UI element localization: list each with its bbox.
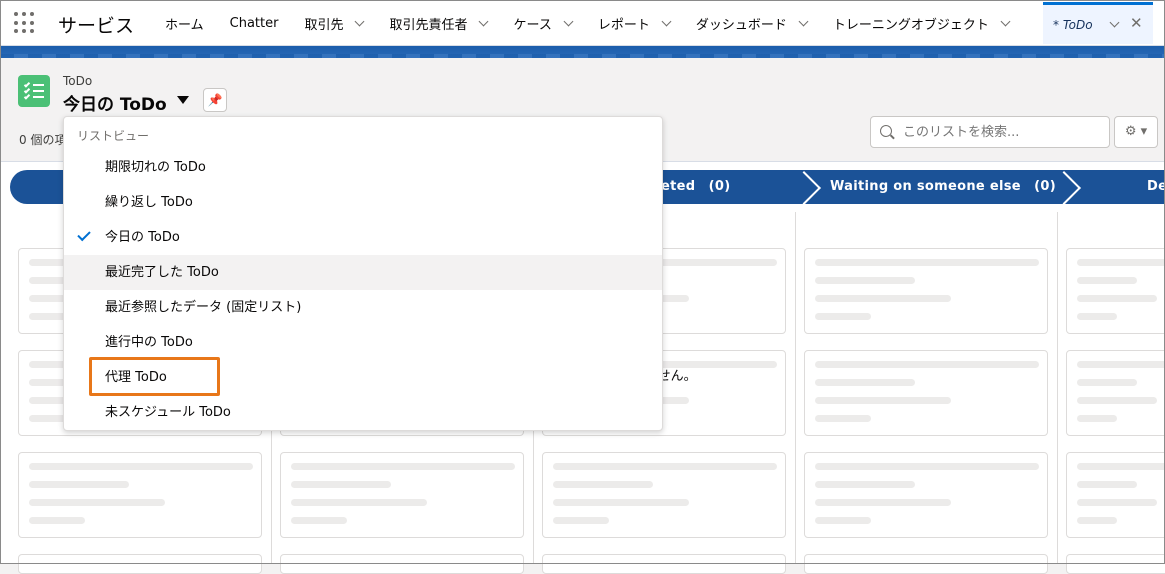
placeholder-card — [18, 554, 262, 574]
list-search-input[interactable] — [870, 116, 1110, 148]
list-view-dropdown: リストビュー 期限切れの ToDo 繰り返し ToDo 今日の ToDo 最近完… — [63, 116, 663, 431]
chevron-down-icon[interactable] — [1109, 17, 1120, 28]
option-label: 最近完了した ToDo — [105, 265, 219, 280]
option-label: 未スケジュール ToDo — [105, 405, 231, 420]
list-view-option[interactable]: 未スケジュール ToDo — [64, 395, 662, 430]
placeholder-card — [1066, 452, 1165, 538]
option-label: 最近参照したデータ (固定リスト) — [105, 300, 302, 315]
tab-home[interactable]: ホーム — [152, 0, 217, 46]
placeholder-card — [542, 554, 786, 574]
tab-label: トレーニングオブジェクト — [832, 17, 989, 33]
list-settings-button[interactable]: ⚙ ▾ — [1114, 116, 1158, 148]
app-launcher-icon[interactable] — [14, 12, 36, 34]
chevron-down-icon[interactable] — [661, 16, 672, 26]
tab-label: * ToDo — [1053, 17, 1093, 32]
tab-label: レポート — [597, 17, 650, 33]
placeholder-card — [280, 452, 524, 538]
close-tab-icon[interactable]: ✕ — [1130, 14, 1143, 32]
placeholder-card — [804, 248, 1048, 334]
tab-label: ダッシュボード — [695, 17, 787, 33]
option-label: 今日の ToDo — [105, 230, 180, 245]
check-icon — [77, 227, 91, 242]
tab-label: 取引先 — [304, 17, 344, 33]
kanban-column — [1058, 212, 1165, 574]
chevron-down-icon[interactable] — [479, 16, 489, 26]
list-view-option[interactable]: 最近参照したデータ (固定リスト) — [64, 290, 662, 325]
placeholder-card — [1066, 350, 1165, 436]
stage-chevron-icon — [794, 170, 810, 204]
stage-chevron-icon — [1054, 170, 1070, 204]
list-view-option-selected[interactable]: 今日の ToDo — [64, 220, 662, 255]
global-nav: サービス ホーム Chatter 取引先 取引先責任者 ケース レポート ダッシ… — [0, 0, 1165, 46]
list-view-option[interactable]: 期限切れの ToDo — [64, 150, 662, 185]
todo-object-icon — [18, 75, 50, 107]
option-label: 繰り返し ToDo — [105, 195, 193, 210]
list-view-option-hovered[interactable]: 最近完了した ToDo — [64, 255, 662, 290]
tab-cases[interactable]: ケース — [500, 0, 584, 46]
nav-tabs: ホーム Chatter 取引先 取引先責任者 ケース レポート ダッシュボード … — [152, 0, 1022, 46]
chevron-down-icon[interactable] — [563, 16, 574, 26]
placeholder-card — [1066, 248, 1165, 334]
tab-label: 取引先責任者 — [389, 17, 468, 33]
brand-band — [0, 46, 1165, 58]
list-view-option[interactable]: 進行中の ToDo — [64, 325, 662, 360]
caret-down-icon[interactable] — [177, 96, 189, 104]
chevron-down-icon[interactable] — [798, 16, 809, 26]
tab-accounts[interactable]: 取引先 — [291, 0, 376, 46]
option-label: 進行中の ToDo — [105, 335, 193, 350]
option-label: 代理 ToDo — [105, 370, 167, 385]
tab-label: ホーム — [165, 17, 204, 33]
item-count: 0 個の項 — [19, 133, 67, 147]
tab-chatter[interactable]: Chatter — [217, 0, 292, 46]
tab-label: Chatter — [229, 15, 279, 31]
placeholder-card — [1066, 554, 1165, 574]
tab-label: ケース — [513, 17, 552, 33]
placeholder-card — [804, 452, 1048, 538]
placeholder-card — [542, 452, 786, 538]
placeholder-card — [804, 554, 1048, 574]
option-label: 期限切れの ToDo — [105, 160, 206, 175]
placeholder-card — [18, 452, 262, 538]
stage-completed[interactable]: eted (0) — [661, 170, 730, 204]
list-view-option-delegated[interactable]: 代理 ToDo — [64, 360, 662, 395]
app-name: サービス — [58, 15, 135, 37]
placeholder-card — [280, 554, 524, 574]
tab-contacts[interactable]: 取引先責任者 — [376, 0, 500, 46]
list-view-option[interactable]: 繰り返し ToDo — [64, 185, 662, 220]
tab-reports[interactable]: レポート — [585, 0, 683, 46]
tab-training-objects[interactable]: トレーニングオブジェクト — [820, 0, 1022, 46]
dropdown-header: リストビュー — [77, 129, 150, 143]
list-view-title[interactable]: 今日の ToDo — [63, 90, 167, 115]
chevron-down-icon[interactable] — [1000, 16, 1011, 26]
chevron-down-icon[interactable] — [355, 16, 365, 26]
object-label: ToDo — [63, 74, 93, 88]
tab-dashboards[interactable]: ダッシュボード — [683, 0, 820, 46]
kanban-column — [796, 212, 1058, 574]
stage-waiting[interactable]: Waiting on someone else (0) — [830, 170, 1056, 204]
placeholder-card — [804, 350, 1048, 436]
stage-deferred[interactable]: De — [1147, 170, 1165, 204]
pin-icon[interactable]: 📌 — [203, 88, 227, 112]
